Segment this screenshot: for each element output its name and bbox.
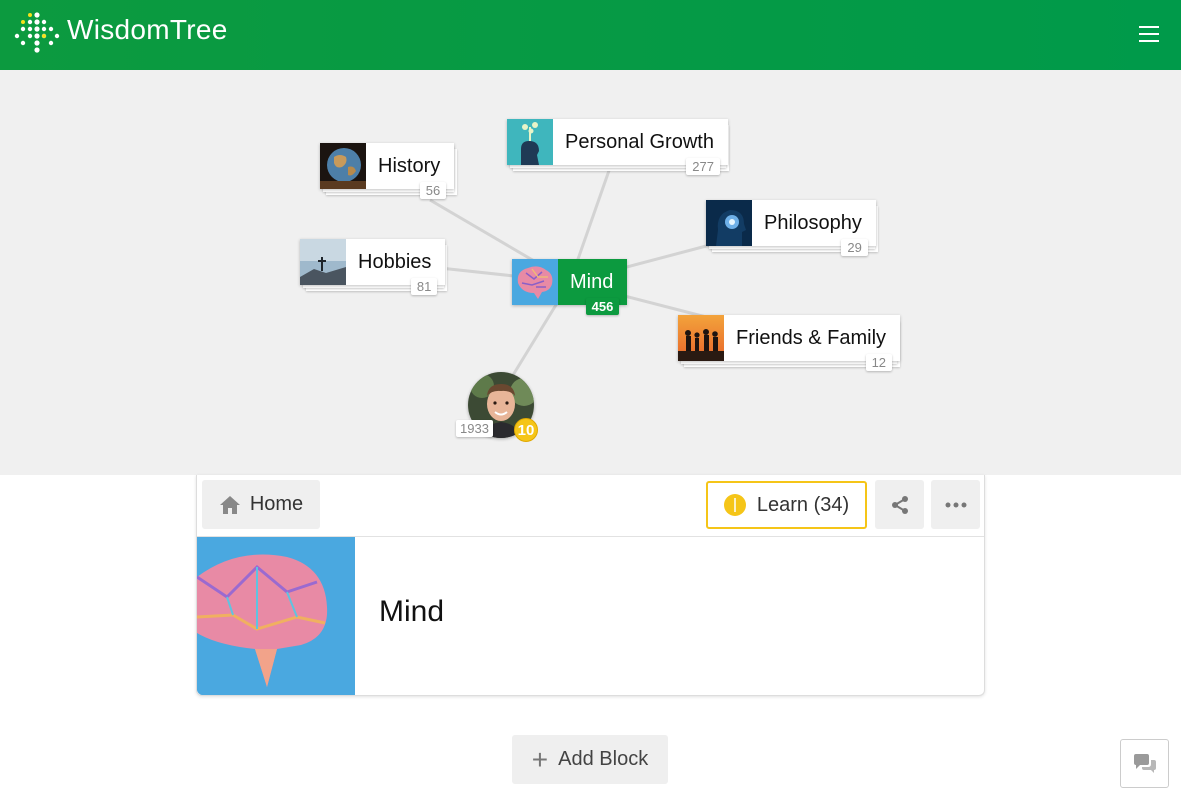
philosophy-thumbnail [706, 200, 752, 246]
share-icon [891, 495, 908, 514]
share-button[interactable] [875, 480, 924, 529]
node-count: 81 [410, 278, 438, 295]
home-button-label: Home [249, 493, 304, 515]
home-icon [219, 495, 240, 514]
plus-icon: + [531, 743, 549, 775]
hamburger-icon [1139, 26, 1159, 28]
learn-button-label: Learn (34) [756, 493, 850, 516]
learn-button[interactable]: Learn (34) [706, 481, 867, 529]
node-friends-family[interactable]: Friends & Family 12 [678, 315, 901, 371]
node-personal-growth[interactable]: Personal Growth 277 [507, 119, 729, 175]
user-level-badge: 10 [514, 418, 538, 442]
menu-button[interactable] [1132, 22, 1166, 46]
wisdomtree-logo-icon[interactable] [14, 10, 60, 56]
node-philosophy[interactable]: Philosophy 29 [706, 200, 878, 256]
node-history[interactable]: History 56 [320, 143, 457, 199]
user-score: 1933 [456, 420, 493, 437]
add-block-label: Add Block [558, 748, 649, 770]
hobbies-thumbnail [300, 239, 346, 285]
chat-icon [1133, 753, 1156, 773]
brand-name: WisdomTree [67, 14, 228, 45]
node-count: 12 [865, 354, 893, 371]
globe-thumbnail [320, 143, 366, 189]
topic-toolbar: Home Learn (34) [197, 475, 984, 537]
node-count: 277 [686, 158, 720, 175]
chat-button[interactable] [1120, 739, 1169, 788]
brain-icon [723, 494, 746, 516]
topic-image [197, 537, 355, 695]
more-icon [945, 502, 966, 507]
brain-thumbnail [512, 259, 558, 305]
node-count: 56 [419, 182, 447, 199]
node-count: 456 [585, 298, 620, 315]
topic-title: Mind [379, 595, 445, 628]
topic-panel: Home Learn (34) Mind [196, 475, 985, 696]
node-count: 29 [841, 239, 868, 256]
add-block-button[interactable]: + Add Block [512, 735, 668, 784]
top-bar: WisdomTree [0, 0, 1181, 70]
node-hobbies[interactable]: Hobbies 81 [300, 239, 447, 295]
home-button[interactable]: Home [202, 480, 320, 529]
more-button[interactable] [931, 480, 980, 529]
topic-graph: History 56 Personal Growth 277 Philosoph… [0, 70, 1181, 475]
growth-thumbnail [507, 119, 553, 165]
family-thumbnail [678, 315, 724, 361]
node-mind-active[interactable]: Mind 456 [512, 259, 628, 315]
